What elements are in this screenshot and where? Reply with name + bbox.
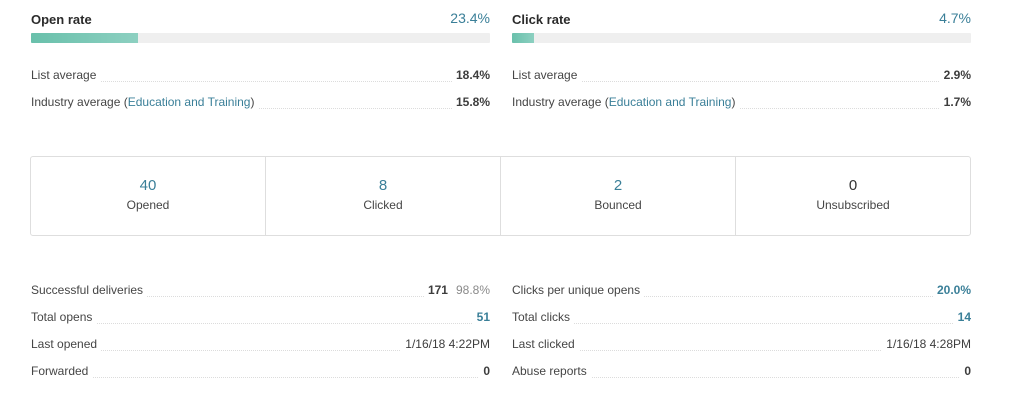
click-list-average-value: 2.9% bbox=[939, 68, 971, 82]
forwarded-value: 0 bbox=[479, 364, 490, 378]
clicks-per-unique-opens-value: 20.0% bbox=[932, 283, 971, 297]
stat-unsubscribed-label: Unsubscribed bbox=[816, 198, 890, 212]
total-clicks-value[interactable]: 14 bbox=[953, 310, 971, 324]
open-industry-average-label: Industry average (Education and Training… bbox=[31, 95, 259, 109]
clicks-per-unique-opens-row: Clicks per unique opens 20.0% bbox=[512, 281, 971, 301]
stat-unsubscribed: 0 Unsubscribed bbox=[736, 157, 970, 235]
deliveries-count: 171 bbox=[427, 283, 448, 297]
industry-link[interactable]: Education and Training bbox=[128, 95, 251, 109]
stat-opened-value[interactable]: 40 bbox=[31, 177, 265, 194]
stat-bounced[interactable]: 2 Bounced bbox=[501, 157, 736, 235]
click-list-average-label: List average bbox=[512, 68, 582, 82]
abuse-reports-value: 0 bbox=[960, 364, 971, 378]
open-rate-title: Open rate bbox=[31, 12, 92, 27]
industry-prefix: Industry average ( bbox=[512, 95, 609, 109]
industry-link[interactable]: Education and Training bbox=[609, 95, 732, 109]
stat-clicked-label: Clicked bbox=[363, 198, 403, 212]
forwarded-row: Forwarded 0 bbox=[31, 362, 490, 382]
last-clicked-row: Last clicked 1/16/18 4:28PM bbox=[512, 335, 971, 355]
last-opened-label: Last opened bbox=[31, 337, 102, 351]
open-list-average-row: List average 18.4% bbox=[31, 66, 490, 86]
successful-deliveries-label: Successful deliveries bbox=[31, 283, 148, 297]
industry-suffix: ) bbox=[250, 95, 255, 109]
abuse-reports-row: Abuse reports 0 bbox=[512, 362, 971, 382]
industry-suffix: ) bbox=[731, 95, 736, 109]
open-list-average-value: 18.4% bbox=[451, 68, 490, 82]
click-list-average-row: List average 2.9% bbox=[512, 66, 971, 86]
open-rate-value: 23.4% bbox=[450, 10, 490, 26]
forwarded-label: Forwarded bbox=[31, 364, 93, 378]
stat-clicked-value[interactable]: 8 bbox=[266, 177, 500, 194]
stat-bounced-label: Bounced bbox=[594, 198, 642, 212]
stat-clicked[interactable]: 8 Clicked bbox=[266, 157, 501, 235]
click-industry-average-row: Industry average (Education and Training… bbox=[512, 93, 971, 113]
click-industry-average-value: 1.7% bbox=[939, 95, 971, 109]
dotted-leader bbox=[31, 323, 490, 324]
click-rate-section: Click rate 4.7% List average 2.9% Indust… bbox=[512, 0, 971, 109]
last-clicked-label: Last clicked bbox=[512, 337, 579, 351]
clicks-per-unique-opens-label: Clicks per unique opens bbox=[512, 283, 645, 297]
stat-bounced-value[interactable]: 2 bbox=[501, 177, 735, 194]
open-rate-section: Open rate 23.4% List average 18.4% Indus… bbox=[31, 0, 490, 109]
successful-deliveries-value: 171 98.8% bbox=[423, 283, 490, 297]
open-industry-average-row: Industry average (Education and Training… bbox=[31, 93, 490, 113]
click-industry-average-label: Industry average (Education and Training… bbox=[512, 95, 740, 109]
dotted-leader bbox=[512, 323, 971, 324]
open-rate-bar-fill bbox=[31, 33, 139, 43]
dotted-leader bbox=[31, 377, 490, 378]
stat-opened[interactable]: 40 Opened bbox=[31, 157, 266, 235]
last-opened-row: Last opened 1/16/18 4:22PM bbox=[31, 335, 490, 355]
stat-opened-label: Opened bbox=[126, 198, 170, 212]
last-clicked-value: 1/16/18 4:28PM bbox=[882, 337, 971, 351]
last-opened-value: 1/16/18 4:22PM bbox=[401, 337, 490, 351]
click-rate-bar-fill bbox=[512, 33, 534, 43]
click-rate-bar bbox=[512, 33, 971, 43]
click-rate-value: 4.7% bbox=[939, 10, 971, 26]
open-industry-average-value: 15.8% bbox=[451, 95, 490, 109]
total-opens-row: Total opens 51 bbox=[31, 308, 490, 328]
successful-deliveries-row: Successful deliveries 171 98.8% bbox=[31, 281, 490, 301]
open-list-average-label: List average bbox=[31, 68, 101, 82]
industry-prefix: Industry average ( bbox=[31, 95, 128, 109]
total-opens-label: Total opens bbox=[31, 310, 97, 324]
click-rate-header: Click rate 4.7% bbox=[512, 10, 971, 32]
total-clicks-label: Total clicks bbox=[512, 310, 575, 324]
total-opens-value[interactable]: 51 bbox=[472, 310, 490, 324]
stat-unsubscribed-value: 0 bbox=[848, 177, 858, 194]
open-rate-header: Open rate 23.4% bbox=[31, 10, 490, 32]
click-rate-title: Click rate bbox=[512, 12, 571, 27]
open-rate-bar bbox=[31, 33, 490, 43]
deliveries-percent: 98.8% bbox=[455, 283, 490, 297]
abuse-reports-label: Abuse reports bbox=[512, 364, 591, 378]
total-clicks-row: Total clicks 14 bbox=[512, 308, 971, 328]
summary-stats-box: 40 Opened 8 Clicked 2 Bounced 0 Unsubscr… bbox=[30, 156, 971, 236]
